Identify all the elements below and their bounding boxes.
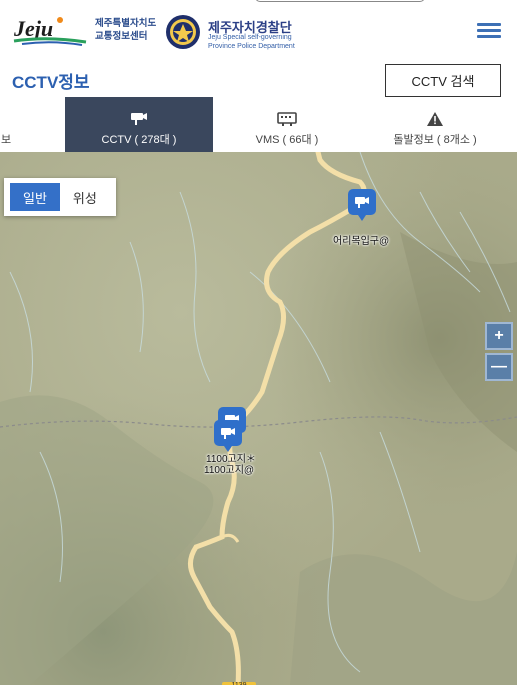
police-emblem-icon bbox=[166, 15, 200, 49]
cctv-camera-icon bbox=[131, 113, 147, 125]
title-row: CCTV정보 CCTV 검색 bbox=[0, 60, 517, 98]
agency-line1: 제주특별자치도 bbox=[95, 18, 157, 29]
marker-label: 1100고지@ bbox=[204, 465, 255, 476]
zoom-out-button[interactable]: — bbox=[485, 353, 513, 381]
jeju-logo[interactable]: Jeju bbox=[12, 12, 90, 46]
tab-previous-partial[interactable]: 보 bbox=[0, 97, 26, 152]
cctv-map[interactable]: 일반 위성 + — 어리목입구@ 1100고지＊ 1100고지@ 1139 bbox=[0, 152, 517, 685]
tab-incident[interactable]: 돌발정보 ( 8개소 ) bbox=[361, 97, 509, 152]
terrain-map-background bbox=[0, 152, 517, 685]
map-type-normal[interactable]: 일반 bbox=[10, 183, 60, 211]
category-tabs: 보 CCTV ( 278대 ) VMS ( 66대 ) 돌발정보 ( 8개소 ) bbox=[0, 97, 517, 152]
zoom-in-button[interactable]: + bbox=[485, 322, 513, 350]
page-title: CCTV정보 bbox=[12, 73, 90, 92]
map-type-satellite[interactable]: 위성 bbox=[60, 183, 110, 211]
tab-label: 돌발정보 ( 8개소 ) bbox=[393, 134, 477, 146]
agency-name: 제주특별자치도 교통정보센터 bbox=[95, 17, 156, 43]
vms-sign-icon bbox=[277, 112, 297, 126]
top-search-bar-partial[interactable] bbox=[255, 0, 425, 2]
tab-label: CCTV ( 278대 ) bbox=[101, 134, 177, 146]
cctv-map-marker-icon[interactable] bbox=[347, 188, 377, 222]
tab-cctv[interactable]: CCTV ( 278대 ) bbox=[65, 97, 213, 152]
cctv-map-marker-icon[interactable] bbox=[213, 419, 243, 453]
marker-label: 어리목입구@ bbox=[333, 236, 390, 247]
tab-label: 보 bbox=[0, 134, 12, 146]
police-name-en-line2: Province Police Department bbox=[208, 42, 295, 50]
hamburger-menu-icon[interactable] bbox=[477, 23, 501, 38]
tab-label: VMS ( 66대 ) bbox=[255, 134, 319, 146]
agency-line2: 교통정보센터 bbox=[95, 31, 148, 42]
cctv-search-button[interactable]: CCTV 검색 bbox=[385, 64, 501, 97]
police-name-en: Jeju Special self-governing Province Pol… bbox=[208, 34, 295, 51]
warning-icon bbox=[427, 112, 443, 126]
site-header: Jeju 제주특별자치도 교통정보센터 제주자치경찰단 Jeju Special… bbox=[0, 0, 517, 60]
map-type-toggle: 일반 위성 bbox=[4, 178, 116, 216]
tab-vms[interactable]: VMS ( 66대 ) bbox=[213, 97, 361, 152]
police-name-en-line1: Jeju Special self-governing bbox=[208, 34, 292, 41]
